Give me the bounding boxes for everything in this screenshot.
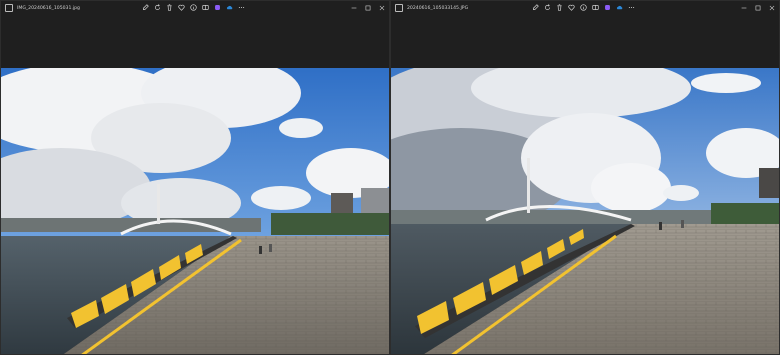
- maximize-icon[interactable]: [361, 1, 375, 15]
- close-icon[interactable]: [375, 1, 389, 15]
- more-icon[interactable]: [237, 3, 246, 12]
- photos-compare-view: IMG_20240616_105031.jpg 20240616_1050331…: [0, 0, 780, 355]
- copilot-icon[interactable]: [213, 3, 222, 12]
- onedrive-icon[interactable]: [225, 3, 234, 12]
- info-icon[interactable]: [189, 3, 198, 12]
- photo-viewer-window-2: 20240616_105033145.JPG: [390, 0, 780, 355]
- photos-app-icon: [395, 4, 403, 12]
- compare-icon[interactable]: [201, 3, 210, 12]
- info-icon[interactable]: [579, 3, 588, 12]
- photo-viewer-window-1: IMG_20240616_105031.jpg: [0, 0, 390, 355]
- toolbar: [531, 3, 636, 12]
- title-bar[interactable]: IMG_20240616_105031.jpg: [1, 1, 389, 15]
- favorite-icon[interactable]: [177, 3, 186, 12]
- minimize-icon[interactable]: [347, 1, 361, 15]
- rotate-icon[interactable]: [543, 3, 552, 12]
- caption-buttons: [737, 1, 779, 15]
- delete-icon[interactable]: [555, 3, 564, 12]
- compare-icon[interactable]: [591, 3, 600, 12]
- minimize-icon[interactable]: [737, 1, 751, 15]
- delete-icon[interactable]: [165, 3, 174, 12]
- favorite-icon[interactable]: [567, 3, 576, 12]
- harbor-promenade-photo[interactable]: [1, 68, 389, 354]
- window-title: 20240616_105033145.JPG: [407, 5, 469, 11]
- more-icon[interactable]: [627, 3, 636, 12]
- edit-icon[interactable]: [141, 3, 150, 12]
- photos-app-icon: [5, 4, 13, 12]
- window-title: IMG_20240616_105031.jpg: [17, 5, 80, 11]
- toolbar: [141, 3, 246, 12]
- close-icon[interactable]: [765, 1, 779, 15]
- caption-buttons: [347, 1, 389, 15]
- harbor-promenade-photo[interactable]: [391, 68, 779, 354]
- maximize-icon[interactable]: [751, 1, 765, 15]
- title-bar[interactable]: 20240616_105033145.JPG: [391, 1, 779, 15]
- edit-icon[interactable]: [531, 3, 540, 12]
- copilot-icon[interactable]: [603, 3, 612, 12]
- rotate-icon[interactable]: [153, 3, 162, 12]
- onedrive-icon[interactable]: [615, 3, 624, 12]
